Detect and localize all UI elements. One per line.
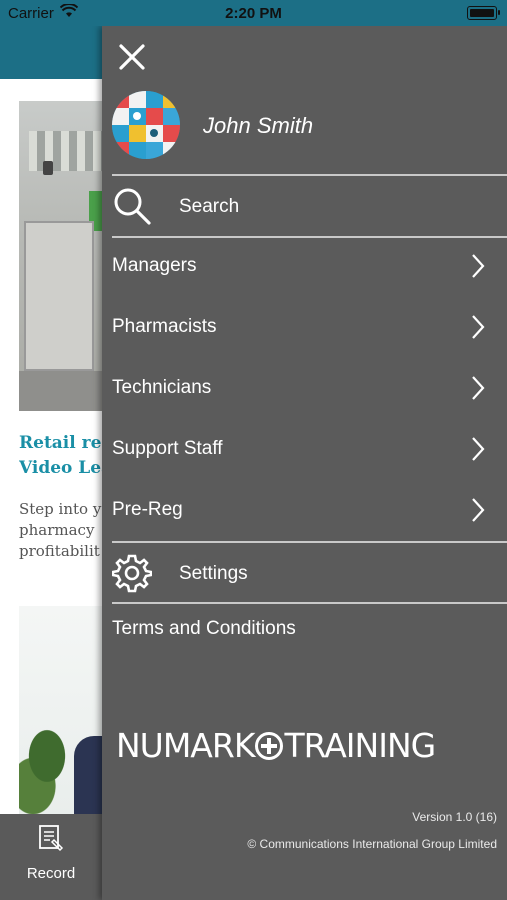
menu-item-support-staff[interactable]: Support Staff xyxy=(112,418,507,479)
side-drawer: John Smith Search Managers Pharmacists T… xyxy=(102,26,507,900)
menu-item-label: Support Staff xyxy=(112,437,223,459)
article-summary: Step into y pharmacy profitabilit xyxy=(19,499,109,562)
menu-item-label: Pharmacists xyxy=(112,315,217,337)
menu-item-label: Managers xyxy=(112,254,197,276)
menu-item-technicians[interactable]: Technicians xyxy=(112,357,507,418)
gear-icon xyxy=(111,553,153,598)
user-name: John Smith xyxy=(203,113,314,138)
menu-search[interactable]: Search xyxy=(112,176,507,237)
menu-settings-label: Settings xyxy=(179,562,248,584)
chevron-right-icon xyxy=(471,436,485,467)
article-title[interactable]: Retail rea Video Lea xyxy=(19,431,109,481)
article-summary-line: Step into y xyxy=(19,500,102,518)
search-icon xyxy=(112,186,152,231)
terms-and-conditions-link[interactable]: Terms and Conditions xyxy=(112,618,296,640)
brand-left: NUMARK xyxy=(116,726,255,765)
avatar xyxy=(112,91,180,159)
menu-item-pre-reg[interactable]: Pre-Reg xyxy=(112,479,507,540)
article-title-line: Retail rea xyxy=(19,433,109,453)
record-document-icon xyxy=(38,824,64,859)
tab-record[interactable]: Record xyxy=(0,814,102,900)
battery-icon xyxy=(467,6,500,20)
user-profile[interactable]: John Smith xyxy=(112,91,502,161)
close-button[interactable] xyxy=(116,41,148,73)
numark-training-logo: NUMARK TRAINING xyxy=(116,726,496,770)
chevron-right-icon xyxy=(471,375,485,406)
article-summary-line: profitabilit xyxy=(19,542,100,560)
menu-settings[interactable]: Settings xyxy=(111,543,507,604)
close-icon xyxy=(119,44,145,70)
divider xyxy=(112,602,507,604)
menu-search-label: Search xyxy=(179,195,240,217)
article-title-line: Video Lea xyxy=(19,458,109,478)
chevron-right-icon xyxy=(471,314,485,345)
brand-right: TRAINING xyxy=(284,726,436,765)
menu-item-label: Pre-Reg xyxy=(112,498,183,520)
tab-record-label: Record xyxy=(26,865,76,882)
article-summary-line: pharmacy xyxy=(19,521,95,539)
copyright-label: © Communications International Group Lim… xyxy=(247,837,497,851)
plus-circle-icon xyxy=(255,731,284,760)
menu-item-label: Technicians xyxy=(112,376,212,398)
chevron-right-icon xyxy=(471,253,485,284)
menu-item-managers[interactable]: Managers xyxy=(112,235,507,296)
status-time: 2:20 PM xyxy=(225,5,282,22)
status-bar: Carrier 2:20 PM xyxy=(0,0,507,26)
menu-item-pharmacists[interactable]: Pharmacists xyxy=(112,296,507,357)
version-label: Version 1.0 (16) xyxy=(412,810,497,824)
chevron-right-icon xyxy=(471,497,485,528)
